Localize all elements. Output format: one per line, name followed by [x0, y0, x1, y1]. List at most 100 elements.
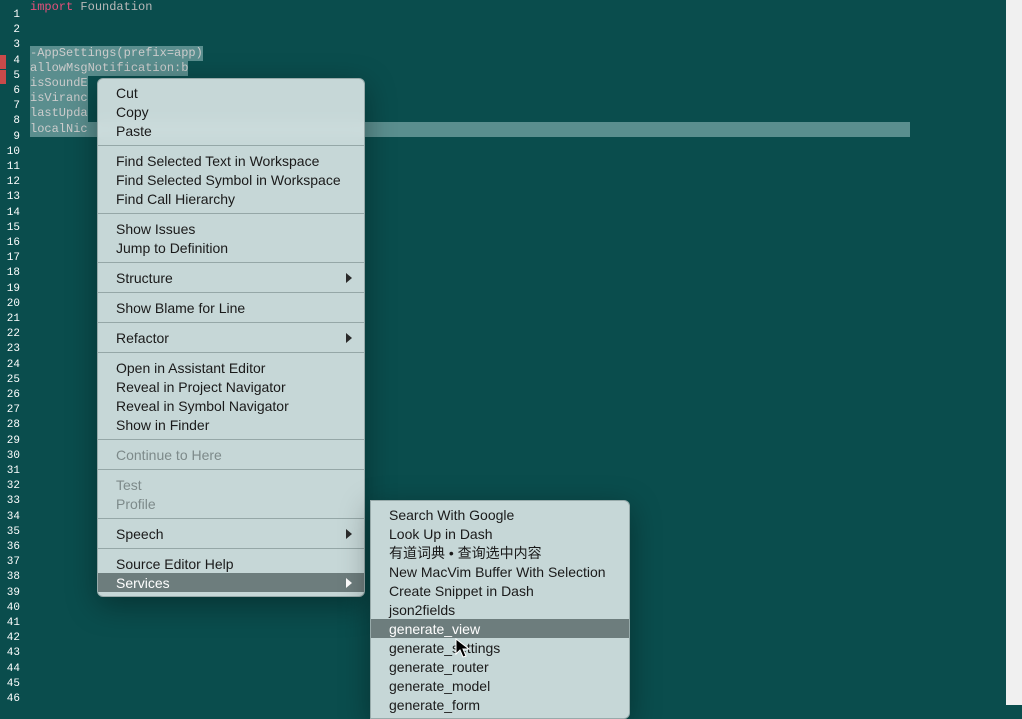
menu-find-selected-text[interactable]: Find Selected Text in Workspace [98, 151, 364, 170]
line-number[interactable]: 29 [4, 434, 24, 449]
line-number[interactable]: 25 [4, 373, 24, 388]
breakpoint-marker[interactable] [0, 55, 6, 69]
menu-separator [98, 439, 364, 440]
line-number[interactable]: 36 [4, 540, 24, 555]
line-number[interactable]: 22 [4, 327, 24, 342]
menu-lookup-dash[interactable]: Look Up in Dash [371, 524, 629, 543]
menu-find-call-hierarchy[interactable]: Find Call Hierarchy [98, 189, 364, 208]
menu-continue-to-here: Continue to Here [98, 445, 364, 464]
menu-search-google[interactable]: Search With Google [371, 505, 629, 524]
line-number[interactable]: 10 [4, 145, 24, 160]
line-number[interactable]: 1 [4, 8, 24, 23]
line-number[interactable]: 11 [4, 160, 24, 175]
line-number[interactable]: 33 [4, 494, 24, 509]
line-number[interactable]: 43 [4, 646, 24, 661]
line-number[interactable]: 27 [4, 403, 24, 418]
line-number[interactable]: 15 [4, 221, 24, 236]
line-number[interactable]: 32 [4, 479, 24, 494]
menu-test: Test [98, 475, 364, 494]
menu-json2fields[interactable]: json2fields [371, 600, 629, 619]
menu-generate-settings[interactable]: generate_settings [371, 638, 629, 657]
line-number[interactable]: 2 [4, 23, 24, 38]
menu-speech-label: Speech [116, 526, 163, 542]
menu-separator [98, 262, 364, 263]
menu-refactor[interactable]: Refactor [98, 328, 364, 347]
line-number[interactable]: 34 [4, 510, 24, 525]
menu-generate-view[interactable]: generate_view [371, 619, 629, 638]
code-line-1: import Foundation [30, 0, 1022, 15]
line-number[interactable]: 35 [4, 525, 24, 540]
menu-find-selected-symbol[interactable]: Find Selected Symbol in Workspace [98, 170, 364, 189]
context-menu[interactable]: Cut Copy Paste Find Selected Text in Wor… [97, 78, 365, 597]
line-number[interactable]: 24 [4, 358, 24, 373]
menu-youdao-dict[interactable]: 有道词典 • 查询选中内容 [371, 543, 629, 562]
line-number[interactable]: 21 [4, 312, 24, 327]
menu-source-editor-help[interactable]: Source Editor Help [98, 554, 364, 573]
line-number[interactable]: 13 [4, 190, 24, 205]
line-number[interactable]: 6 [4, 84, 24, 99]
line-number[interactable]: 12 [4, 175, 24, 190]
menu-services-label: Services [116, 575, 170, 591]
menu-open-assistant[interactable]: Open in Assistant Editor [98, 358, 364, 377]
menu-show-blame[interactable]: Show Blame for Line [98, 298, 364, 317]
line-number[interactable]: 39 [4, 586, 24, 601]
line-number[interactable]: 37 [4, 555, 24, 570]
chevron-right-icon [346, 273, 352, 283]
services-submenu[interactable]: Search With Google Look Up in Dash 有道词典 … [370, 500, 630, 719]
menu-reveal-project[interactable]: Reveal in Project Navigator [98, 377, 364, 396]
code-line-5: allowMsgNotification:b [30, 61, 1022, 76]
menu-jump-to-definition[interactable]: Jump to Definition [98, 238, 364, 257]
line-number[interactable]: 20 [4, 297, 24, 312]
line-number[interactable]: 17 [4, 251, 24, 266]
line-number[interactable]: 8 [4, 114, 24, 129]
menu-show-issues[interactable]: Show Issues [98, 219, 364, 238]
menu-structure[interactable]: Structure [98, 268, 364, 287]
line-number[interactable]: 42 [4, 631, 24, 646]
line-number[interactable]: 26 [4, 388, 24, 403]
menu-create-snippet-dash[interactable]: Create Snippet in Dash [371, 581, 629, 600]
line-number[interactable]: 19 [4, 282, 24, 297]
menu-show-in-finder[interactable]: Show in Finder [98, 415, 364, 434]
chevron-right-icon [346, 578, 352, 588]
line-number[interactable]: 44 [4, 662, 24, 677]
menu-services[interactable]: Services [98, 573, 364, 592]
line-number[interactable]: 9 [4, 130, 24, 145]
menu-separator [98, 469, 364, 470]
line-number[interactable]: 41 [4, 616, 24, 631]
line-number[interactable]: 7 [4, 99, 24, 114]
breakpoint-marker[interactable] [0, 70, 6, 84]
code-line-2 [30, 15, 1022, 30]
line-number[interactable]: 3 [4, 38, 24, 53]
menu-copy[interactable]: Copy [98, 102, 364, 121]
line-number[interactable]: 38 [4, 570, 24, 585]
menu-reveal-symbol[interactable]: Reveal in Symbol Navigator [98, 396, 364, 415]
menu-generate-router[interactable]: generate_router [371, 657, 629, 676]
identifier-foundation: Foundation [73, 0, 152, 14]
line-number[interactable]: 18 [4, 266, 24, 281]
line-number[interactable]: 14 [4, 206, 24, 221]
menu-cut[interactable]: Cut [98, 83, 364, 102]
menu-paste[interactable]: Paste [98, 121, 364, 140]
line-number[interactable]: 16 [4, 236, 24, 251]
line-number[interactable]: 23 [4, 342, 24, 357]
line-number[interactable]: 28 [4, 418, 24, 433]
line-number[interactable]: 45 [4, 677, 24, 692]
menu-separator [98, 548, 364, 549]
line-number[interactable]: 4 [4, 54, 24, 69]
chevron-right-icon [346, 529, 352, 539]
menu-macvim-buffer[interactable]: New MacVim Buffer With Selection [371, 562, 629, 581]
line-number[interactable]: 40 [4, 601, 24, 616]
menu-separator [98, 145, 364, 146]
menu-separator [98, 352, 364, 353]
menu-separator [98, 292, 364, 293]
menu-profile: Profile [98, 494, 364, 513]
menu-speech[interactable]: Speech [98, 524, 364, 543]
code-line-4: -AppSettings(prefix=app) [30, 46, 1022, 61]
menu-generate-model[interactable]: generate_model [371, 676, 629, 695]
menu-separator [98, 213, 364, 214]
menu-structure-label: Structure [116, 270, 173, 286]
menu-separator [98, 518, 364, 519]
line-number[interactable]: 31 [4, 464, 24, 479]
line-number[interactable]: 30 [4, 449, 24, 464]
line-number[interactable]: 5 [4, 69, 24, 84]
